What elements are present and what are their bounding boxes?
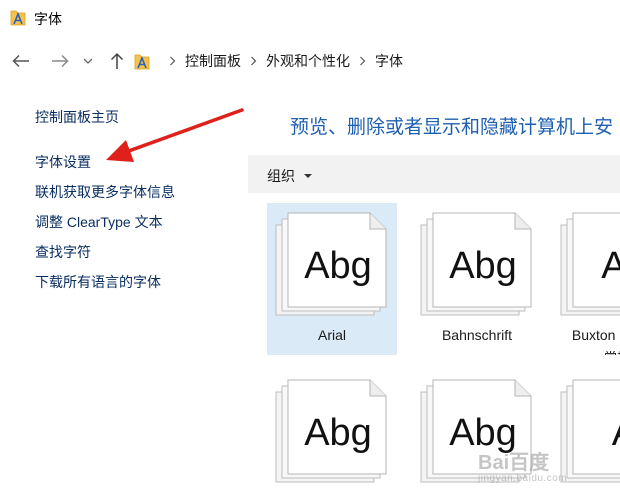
chevron-right-icon [169,56,176,66]
nav-link-font-settings[interactable]: 字体设置 [35,152,91,172]
forward-button[interactable] [49,50,71,72]
breadcrumb[interactable]: 控制面板 外观和个性化 字体 [134,46,620,76]
red-arrow-icon [106,108,244,162]
font-sample: Abg [601,245,620,287]
back-button[interactable] [10,50,32,72]
up-button[interactable] [106,50,128,72]
font-sample: Abg [449,245,517,287]
font-name: Buxton Sketch [571,327,620,343]
organize-button[interactable]: 组织 [267,166,312,186]
font-name: Bahnschrift [441,327,513,343]
nav-link-adjust-cleartype[interactable]: 调整 ClearType 文本 [35,212,163,232]
font-style: 常规 [552,347,620,355]
chevron-down-icon [304,174,312,178]
font-tile[interactable]: Abg Buxton Sketch 常规 [552,203,620,355]
window-title: 字体 [34,11,62,27]
font-sample: Abg [304,412,372,454]
breadcrumb-item-appearance[interactable]: 外观和个性化 [266,51,350,71]
watermark-text: Bai百度 [478,452,550,474]
page-heading: 预览、删除或者显示和隐藏计算机上安 [290,117,614,138]
chevron-right-icon [359,56,366,66]
forward-arrow-icon [52,54,69,68]
recent-locations-button[interactable] [81,50,95,72]
breadcrumb-item-control-panel[interactable]: 控制面板 [185,51,241,71]
font-tile[interactable]: Abg [267,370,397,500]
nav-link-find-character[interactable]: 查找字符 [35,242,91,262]
nav-link-get-more-font-info[interactable]: 联机获取更多字体信息 [35,182,175,202]
nav-link-download-all-fonts[interactable]: 下载所有语言的字体 [35,272,161,292]
watermark-subtext: jingyan.baidu.com [478,473,568,484]
chevron-right-icon [250,56,257,66]
breadcrumb-item-fonts[interactable]: 字体 [375,51,403,71]
organize-label: 组织 [267,168,295,184]
font-folder-icon [134,54,150,70]
title-bar: 字体 [0,0,620,36]
watermark: Bai百度 jingyan.baidu.com [478,446,567,484]
font-tile[interactable]: Abg Arial [267,203,397,355]
command-toolbar: 组织 [248,155,620,193]
font-name: Arial [317,327,346,343]
font-tile[interactable]: Abg Bahnschrift [412,203,542,355]
recent-dropdown-icon [83,58,93,64]
up-arrow-icon [110,52,124,69]
font-sample: Abg [304,245,372,287]
back-arrow-icon [12,54,29,68]
address-bar-row: 控制面板 外观和个性化 字体 [0,42,620,80]
font-folder-icon [10,10,26,26]
